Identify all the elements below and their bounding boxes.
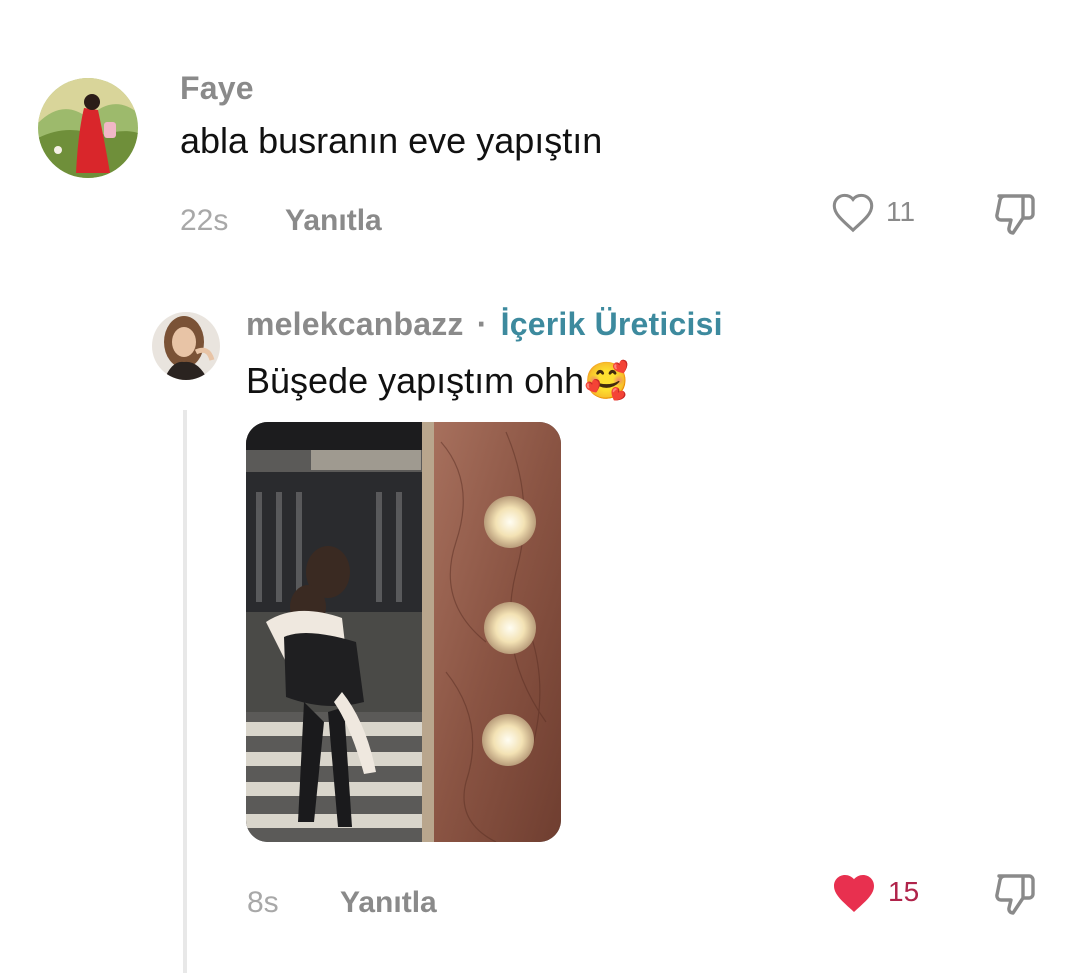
reply-button[interactable]: Yanıtla [340,886,437,920]
timestamp: 8s [247,886,279,919]
avatar[interactable] [152,312,220,380]
like-count: 11 [886,196,916,227]
separator: · [476,306,488,342]
mirror-selfie-photo [246,422,561,842]
thumbs-down-icon [995,874,1035,915]
comment-photo[interactable] [246,422,561,842]
avatar-illustration [38,78,138,178]
username-row: melekcanbazz · İçerik Üreticisi [246,306,723,343]
like-button[interactable]: 15 [830,870,919,914]
creator-badge: İçerik Üreticisi [500,306,723,342]
dislike-button[interactable] [990,870,1040,918]
reply-button[interactable]: Yanıtla [285,204,382,238]
comment-text: Büşede yapıştım ohh [246,360,585,401]
thread-line [183,410,187,973]
comment-text-row: Büşede yapıştım ohh🥰 [246,360,629,402]
heart-filled-icon [834,875,874,912]
heart-outline-icon [832,193,874,233]
avatar[interactable] [38,78,138,178]
username[interactable]: melekcanbazz [246,306,464,342]
timestamp: 22s [180,204,229,237]
thumbs-down-icon [995,194,1035,235]
like-count: 15 [888,876,920,907]
username[interactable]: Faye [180,70,254,107]
like-button[interactable]: 11 [830,191,915,233]
dislike-button[interactable] [990,190,1040,238]
smiling-face-with-hearts-emoji: 🥰 [584,361,630,402]
avatar-photo [152,312,220,380]
comment-text: abla busranın eve yapıştın [180,120,603,161]
